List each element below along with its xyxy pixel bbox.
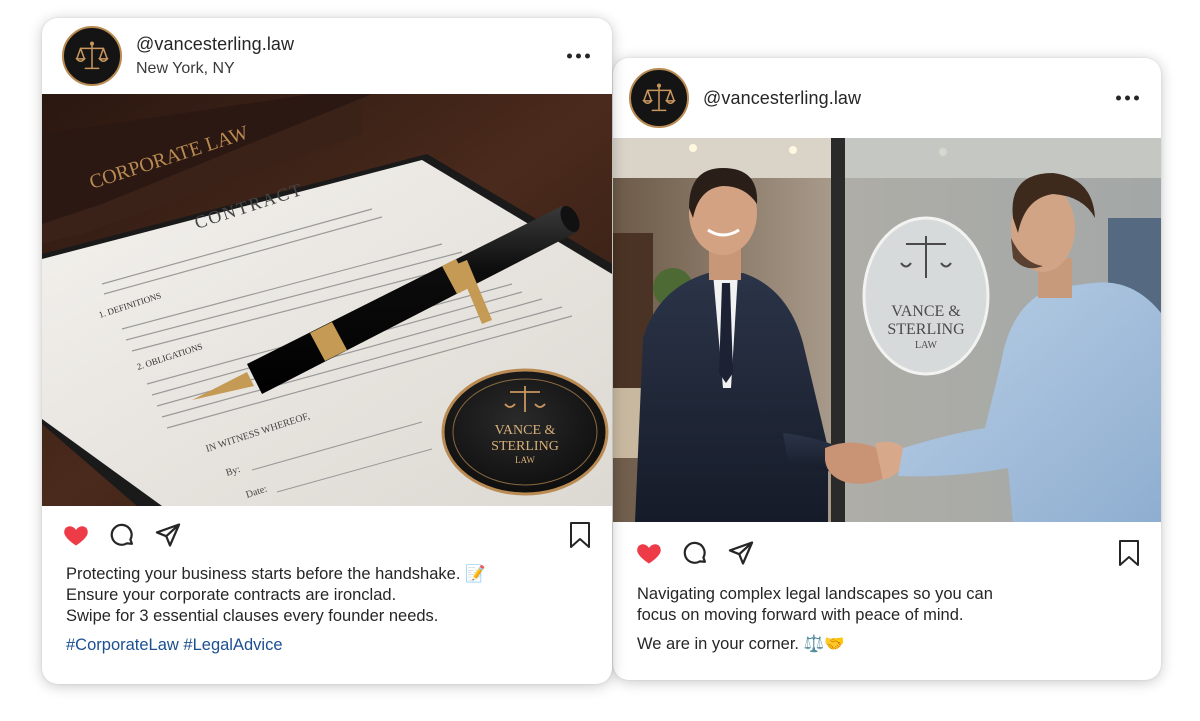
action-bar [613,522,1161,584]
caption: Protecting your business starts before t… [42,564,612,656]
caption-line: focus on moving forward with peace of mi… [637,606,964,624]
caption-line: Protecting your business starts before t… [66,565,486,583]
glass-line-2: STERLING [887,321,965,338]
firm-seal: VANCE & STERLING LAW [441,368,609,496]
glass-line-1: VANCE & [891,303,961,320]
seal-line-2: STERLING [491,439,559,454]
action-bar [42,506,612,564]
contract-photo: CORPORATE LAW CONTRACT 1. DEFINITIONS 2.… [42,94,612,506]
post-card-handshake: @vancesterling.law VANCE & STERLING LAW … [613,58,1161,680]
bookmark-icon[interactable] [1117,539,1141,567]
heart-filled-icon[interactable] [635,539,663,567]
post-header: @vancesterling.law [613,58,1161,138]
seal-line-1: VANCE & [495,423,556,438]
username[interactable]: @vancesterling.law [703,88,861,109]
caption-line: Navigating complex legal landscapes so y… [637,585,993,603]
seal-line-3: LAW [515,455,535,465]
post-photo-contract[interactable]: CORPORATE LAW CONTRACT 1. DEFINITIONS 2.… [42,94,612,506]
caption-line: Swipe for 3 essential clauses every foun… [66,607,439,625]
comment-icon[interactable] [108,521,136,549]
comment-icon[interactable] [681,539,709,567]
location[interactable]: New York, NY [136,60,294,78]
hashtag-link[interactable]: #LegalAdvice [183,636,282,654]
avatar[interactable] [62,26,122,86]
hashtags: #CorporateLaw #LegalAdvice [66,635,612,656]
handshake-photo: VANCE & STERLING LAW [613,138,1161,522]
heart-filled-icon[interactable] [62,521,90,549]
scales-of-justice-icon [642,83,676,112]
scales-of-justice-icon [75,41,109,70]
avatar[interactable] [629,68,689,128]
username[interactable]: @vancesterling.law [136,34,294,55]
post-header: @vancesterling.law New York, NY [42,18,612,94]
share-icon[interactable] [154,521,182,549]
bookmark-icon[interactable] [568,521,592,549]
post-card-contract: @vancesterling.law New York, NY CORPORAT… [42,18,612,684]
glass-line-3: LAW [915,340,938,351]
hashtag-link[interactable]: #CorporateLaw [66,636,179,654]
caption-line: We are in your corner. ⚖️🤝 [637,635,845,653]
glass-logo: VANCE & STERLING LAW [862,216,990,376]
caption-line: Ensure your corporate contracts are iron… [66,586,397,604]
caption: Navigating complex legal landscapes so y… [613,584,1161,655]
post-photo-handshake[interactable]: VANCE & STERLING LAW [613,138,1161,522]
share-icon[interactable] [727,539,755,567]
more-horizontal-icon[interactable] [1116,95,1139,101]
more-horizontal-icon[interactable] [567,53,590,59]
